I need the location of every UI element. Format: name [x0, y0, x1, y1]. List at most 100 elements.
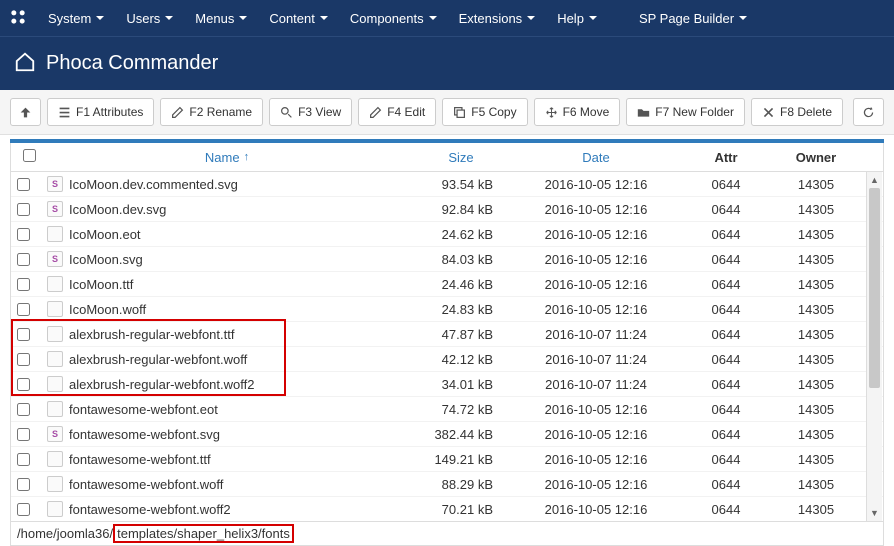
file-size: 24.46 kB — [411, 277, 511, 292]
table-row[interactable]: alexbrush-regular-webfont.woff234.01 kB2… — [11, 372, 883, 397]
nav-label: Extensions — [459, 11, 523, 26]
file-size: 149.21 kB — [411, 452, 511, 467]
file-name: IcoMoon.ttf — [69, 277, 133, 292]
chevron-down-icon — [429, 16, 437, 20]
file-size: 70.21 kB — [411, 502, 511, 517]
move-button[interactable]: F6 Move — [534, 98, 621, 126]
nav-label: Users — [126, 11, 160, 26]
list-icon — [58, 106, 71, 119]
table-row[interactable]: IcoMoon.ttf24.46 kB2016-10-05 12:1606441… — [11, 272, 883, 297]
file-icon — [47, 301, 63, 317]
nav-item-help[interactable]: Help — [551, 11, 603, 26]
table-row[interactable]: fontawesome-webfont.eot74.72 kB2016-10-0… — [11, 397, 883, 422]
file-attr: 0644 — [681, 302, 771, 317]
table-row[interactable]: Sfontawesome-webfont.svg382.44 kB2016-10… — [11, 422, 883, 447]
attributes-button[interactable]: F1 Attributes — [47, 98, 154, 126]
row-checkbox[interactable] — [17, 503, 30, 516]
scrollbar[interactable]: ▲ ▼ — [866, 172, 882, 521]
table-row[interactable]: IcoMoon.woff24.83 kB2016-10-05 12:160644… — [11, 297, 883, 322]
path-highlighted: templates/shaper_helix3/fonts — [113, 524, 294, 543]
search-icon — [280, 106, 293, 119]
column-name[interactable]: Name ↑ — [43, 150, 411, 165]
row-checkbox[interactable] — [17, 203, 30, 216]
column-date[interactable]: Date — [511, 150, 681, 165]
scroll-thumb[interactable] — [869, 188, 880, 388]
file-date: 2016-10-05 12:16 — [511, 202, 681, 217]
button-label: F2 Rename — [189, 105, 252, 119]
row-checkbox[interactable] — [17, 178, 30, 191]
column-attr[interactable]: Attr — [681, 150, 771, 165]
table-row[interactable]: IcoMoon.eot24.62 kB2016-10-05 12:1606441… — [11, 222, 883, 247]
edit-button[interactable]: F4 Edit — [358, 98, 436, 126]
table-row[interactable]: fontawesome-webfont.ttf149.21 kB2016-10-… — [11, 447, 883, 472]
nav-item-extensions[interactable]: Extensions — [453, 11, 542, 26]
row-checkbox[interactable] — [17, 253, 30, 266]
file-owner: 14305 — [771, 502, 861, 517]
row-checkbox[interactable] — [17, 328, 30, 341]
home-icon — [14, 51, 46, 76]
new-folder-button[interactable]: F7 New Folder — [626, 98, 745, 126]
file-attr: 0644 — [681, 427, 771, 442]
file-attr: 0644 — [681, 477, 771, 492]
file-size: 34.01 kB — [411, 377, 511, 392]
file-size: 47.87 kB — [411, 327, 511, 342]
move-icon — [545, 106, 558, 119]
file-icon: S — [47, 426, 63, 442]
table-row[interactable]: SIcoMoon.svg84.03 kB2016-10-05 12:160644… — [11, 247, 883, 272]
scroll-down-icon[interactable]: ▼ — [867, 505, 882, 521]
row-checkbox[interactable] — [17, 353, 30, 366]
file-date: 2016-10-05 12:16 — [511, 252, 681, 267]
nav-item-users[interactable]: Users — [120, 11, 179, 26]
chevron-down-icon — [739, 16, 747, 20]
up-button[interactable] — [10, 98, 41, 126]
column-owner[interactable]: Owner — [771, 150, 861, 165]
table-row[interactable]: SIcoMoon.dev.svg92.84 kB2016-10-05 12:16… — [11, 197, 883, 222]
nav-item-sp-page-builder[interactable]: SP Page Builder — [633, 11, 753, 26]
file-owner: 14305 — [771, 352, 861, 367]
file-name: fontawesome-webfont.ttf — [69, 452, 211, 467]
table-row[interactable]: SIcoMoon.dev.commented.svg93.54 kB2016-1… — [11, 172, 883, 197]
file-owner: 14305 — [771, 302, 861, 317]
refresh-button[interactable] — [853, 98, 884, 126]
file-icon: S — [47, 251, 63, 267]
nav-label: SP Page Builder — [639, 11, 734, 26]
file-owner: 14305 — [771, 452, 861, 467]
file-icon: S — [47, 201, 63, 217]
file-icon — [47, 226, 63, 242]
select-all-checkbox[interactable] — [23, 149, 36, 162]
nav-item-system[interactable]: System — [42, 11, 110, 26]
file-attr: 0644 — [681, 352, 771, 367]
nav-item-components[interactable]: Components — [344, 11, 443, 26]
delete-button[interactable]: F8 Delete — [751, 98, 843, 126]
scroll-up-icon[interactable]: ▲ — [867, 172, 882, 188]
nav-item-menus[interactable]: Menus — [189, 11, 253, 26]
row-checkbox[interactable] — [17, 428, 30, 441]
column-label: Name — [205, 150, 240, 165]
table-row[interactable]: fontawesome-webfont.woff88.29 kB2016-10-… — [11, 472, 883, 497]
row-checkbox[interactable] — [17, 478, 30, 491]
sort-asc-icon: ↑ — [244, 151, 250, 163]
row-checkbox[interactable] — [17, 303, 30, 316]
chevron-down-icon — [239, 16, 247, 20]
file-attr: 0644 — [681, 377, 771, 392]
chevron-down-icon — [527, 16, 535, 20]
row-checkbox[interactable] — [17, 453, 30, 466]
file-owner: 14305 — [771, 402, 861, 417]
copy-button[interactable]: F5 Copy — [442, 98, 527, 126]
table-row[interactable]: fontawesome-webfont.woff270.21 kB2016-10… — [11, 497, 883, 521]
table-row[interactable]: alexbrush-regular-webfont.woff42.12 kB20… — [11, 347, 883, 372]
folder-icon — [637, 106, 650, 119]
file-date: 2016-10-05 12:16 — [511, 402, 681, 417]
row-checkbox[interactable] — [17, 228, 30, 241]
file-name: alexbrush-regular-webfont.woff2 — [69, 377, 254, 392]
table-row[interactable]: alexbrush-regular-webfont.ttf47.87 kB201… — [11, 322, 883, 347]
nav-label: Content — [269, 11, 315, 26]
view-button[interactable]: F3 View — [269, 98, 352, 126]
row-checkbox[interactable] — [17, 278, 30, 291]
file-name: IcoMoon.dev.commented.svg — [69, 177, 238, 192]
row-checkbox[interactable] — [17, 403, 30, 416]
nav-item-content[interactable]: Content — [263, 11, 334, 26]
column-size[interactable]: Size — [411, 150, 511, 165]
rename-button[interactable]: F2 Rename — [160, 98, 263, 126]
row-checkbox[interactable] — [17, 378, 30, 391]
